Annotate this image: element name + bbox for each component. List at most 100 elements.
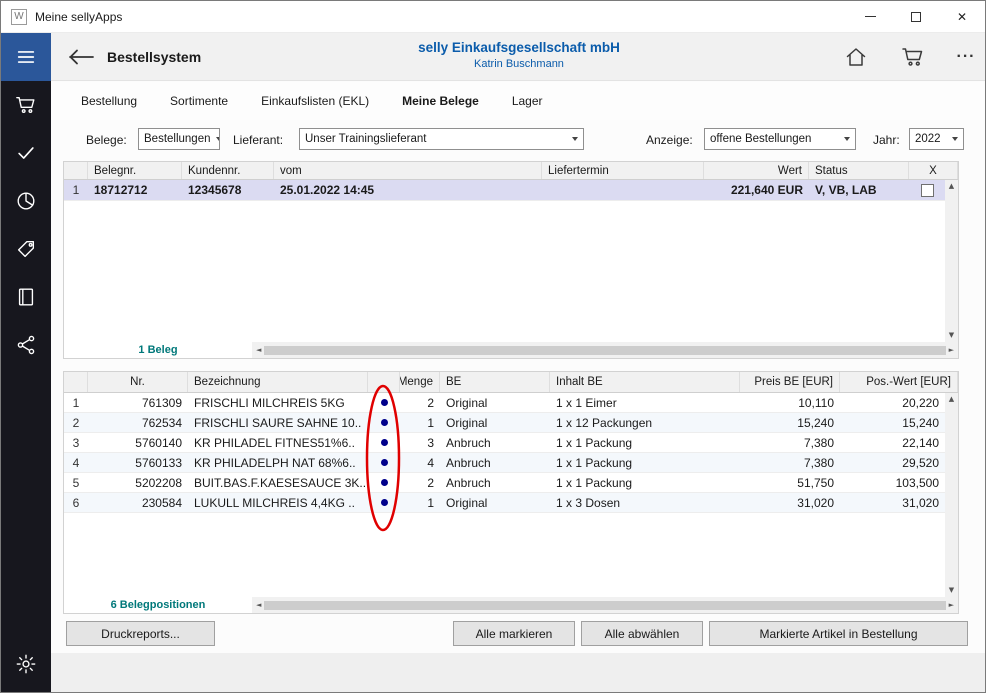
close-button[interactable]: ✕ — [939, 1, 985, 32]
positions-table-body: 1 761309 FRISCHLI MILCHREIS 5KG 2 Origin… — [64, 393, 945, 597]
belege-label: Belege: — [86, 133, 127, 147]
column-header-wert[interactable]: Wert — [704, 162, 809, 179]
tab-lager[interactable]: Lager — [512, 94, 543, 108]
check-icon — [15, 142, 37, 164]
position-poswert: 20,220 — [840, 393, 945, 412]
scrollbar-thumb[interactable] — [264, 601, 945, 610]
position-menge: 4 — [400, 453, 440, 472]
position-row[interactable]: 5 5202208 BUIT.BAS.F.KAESESAUCE 3K.. 2 A… — [64, 473, 945, 493]
sidebar-item-cart[interactable] — [1, 81, 51, 129]
position-inhalt: 1 x 3 Dosen — [550, 493, 740, 512]
more-button[interactable]: ··· — [949, 43, 983, 71]
beleg-row[interactable]: 1 18712712 12345678 25.01.2022 14:45 221… — [64, 180, 945, 201]
minimize-button[interactable] — [847, 1, 893, 32]
alle-markieren-button[interactable]: Alle markieren — [453, 621, 575, 646]
alle-abwaehlen-button[interactable]: Alle abwählen — [581, 621, 703, 646]
column-header-menge[interactable]: Menge — [400, 372, 440, 392]
maximize-button[interactable] — [893, 1, 939, 32]
window-titlebar: W Meine sellyApps ✕ — [1, 1, 985, 33]
scrollbar-thumb[interactable] — [264, 346, 945, 355]
scroll-up-icon[interactable]: ▲ — [949, 183, 954, 190]
scroll-right-icon[interactable]: ► — [949, 602, 954, 609]
position-preis: 51,750 — [740, 473, 840, 492]
column-header-inhalt[interactable]: Inhalt BE — [550, 372, 740, 392]
beleg-belegnr: 18712712 — [88, 180, 182, 200]
home-icon — [844, 45, 868, 69]
column-header-preis[interactable]: Preis BE [EUR] — [740, 372, 840, 392]
column-header-kundennr[interactable]: Kundennr. — [182, 162, 274, 179]
header-cart-button[interactable] — [896, 43, 930, 71]
position-nr: 5760140 — [88, 433, 188, 452]
cart-icon — [901, 45, 925, 69]
position-row[interactable]: 2 762534 FRISCHLI SAURE SAHNE 10.. 1 Ori… — [64, 413, 945, 433]
sidebar-item-statistics[interactable] — [1, 177, 51, 225]
belege-dropdown[interactable]: Bestellungen — [138, 128, 220, 150]
chevron-down-icon — [211, 129, 221, 149]
position-row[interactable]: 6 230584 LUKULL MILCHREIS 4,4KG .. 1 Ori… — [64, 493, 945, 513]
sidebar-item-catalog[interactable] — [1, 273, 51, 321]
scroll-down-icon[interactable]: ▼ — [949, 332, 954, 339]
column-header-bezeichnung[interactable]: Bezeichnung — [188, 372, 368, 392]
marker-cell — [368, 453, 400, 472]
belege-dropdown-value: Bestellungen — [144, 133, 211, 145]
position-bezeichnung: KR PHILADEL FITNES51%6.. — [188, 433, 368, 452]
jahr-dropdown[interactable]: 2022 — [909, 128, 964, 150]
position-nr: 5202208 — [88, 473, 188, 492]
marker-cell — [368, 433, 400, 452]
position-row[interactable]: 4 5760133 KR PHILADELPH NAT 68%6.. 4 Anb… — [64, 453, 945, 473]
row-number: 1 — [64, 393, 88, 412]
tab-meine-belege[interactable]: Meine Belege — [402, 94, 479, 108]
belege-table-header: Belegnr. Kundennr. vom Liefertermin Wert… — [64, 162, 958, 180]
positions-table: Nr. Bezeichnung Menge BE Inhalt BE Preis… — [63, 371, 959, 614]
anzeige-dropdown[interactable]: offene Bestellungen — [704, 128, 856, 150]
scroll-left-icon[interactable]: ◄ — [256, 602, 261, 609]
column-header-be[interactable]: BE — [440, 372, 550, 392]
sidebar-item-settings[interactable] — [1, 640, 51, 688]
home-button[interactable] — [839, 43, 873, 71]
positions-horizontal-scrollbar[interactable]: ◄ ► — [252, 597, 958, 613]
column-header-poswert[interactable]: Pos.-Wert [EUR] — [840, 372, 958, 392]
column-header-belegnr[interactable]: Belegnr. — [88, 162, 182, 179]
lieferant-dropdown[interactable]: Unser Trainingslieferant — [299, 128, 584, 150]
sidebar-item-tasks[interactable] — [1, 129, 51, 177]
column-header-liefertermin[interactable]: Liefertermin — [542, 162, 704, 179]
positions-vertical-scrollbar[interactable]: ▲ ▼ — [945, 393, 958, 597]
pie-chart-icon — [15, 190, 37, 212]
beleg-checkbox-cell — [909, 180, 945, 200]
scroll-right-icon[interactable]: ► — [949, 347, 954, 354]
column-header-x[interactable]: X — [909, 162, 958, 179]
position-row[interactable]: 3 5760140 KR PHILADEL FITNES51%6.. 3 Anb… — [64, 433, 945, 453]
share-icon — [15, 334, 37, 356]
row-number: 1 — [64, 180, 88, 200]
druckreports-button[interactable]: Druckreports... — [66, 621, 215, 646]
position-inhalt: 1 x 1 Packung — [550, 433, 740, 452]
markierte-artikel-button[interactable]: Markierte Artikel in Bestellung — [709, 621, 968, 646]
row-checkbox[interactable] — [921, 184, 934, 197]
column-header-nr[interactable]: Nr. — [88, 372, 188, 392]
sidebar-item-prices[interactable] — [1, 225, 51, 273]
column-header-status[interactable]: Status — [809, 162, 909, 179]
app-icon: W — [11, 9, 27, 25]
position-bezeichnung: KR PHILADELPH NAT 68%6.. — [188, 453, 368, 472]
scroll-left-icon[interactable]: ◄ — [256, 347, 261, 354]
belege-horizontal-scrollbar[interactable]: ◄ ► — [252, 342, 958, 358]
tab-sortimente[interactable]: Sortimente — [170, 94, 228, 108]
position-row[interactable]: 1 761309 FRISCHLI MILCHREIS 5KG 2 Origin… — [64, 393, 945, 413]
scroll-down-icon[interactable]: ▼ — [949, 587, 954, 594]
position-nr: 5760133 — [88, 453, 188, 472]
scroll-up-icon[interactable]: ▲ — [949, 396, 954, 403]
tab-bestellung[interactable]: Bestellung — [81, 94, 137, 108]
position-poswert: 29,520 — [840, 453, 945, 472]
column-header-vom[interactable]: vom — [274, 162, 542, 179]
belege-table: Belegnr. Kundennr. vom Liefertermin Wert… — [63, 161, 959, 359]
beleg-liefertermin — [542, 180, 704, 200]
sidebar-item-share[interactable] — [1, 321, 51, 369]
gear-icon — [15, 653, 37, 675]
lieferant-dropdown-value: Unser Trainingslieferant — [305, 133, 426, 145]
status-dot-icon — [381, 499, 388, 506]
menu-button[interactable] — [1, 33, 51, 81]
tab-einkaufslisten[interactable]: Einkaufslisten (EKL) — [261, 94, 369, 108]
belege-vertical-scrollbar[interactable]: ▲ ▼ — [945, 180, 958, 342]
anzeige-dropdown-value: offene Bestellungen — [710, 133, 811, 145]
lieferant-label: Lieferant: — [233, 133, 283, 147]
